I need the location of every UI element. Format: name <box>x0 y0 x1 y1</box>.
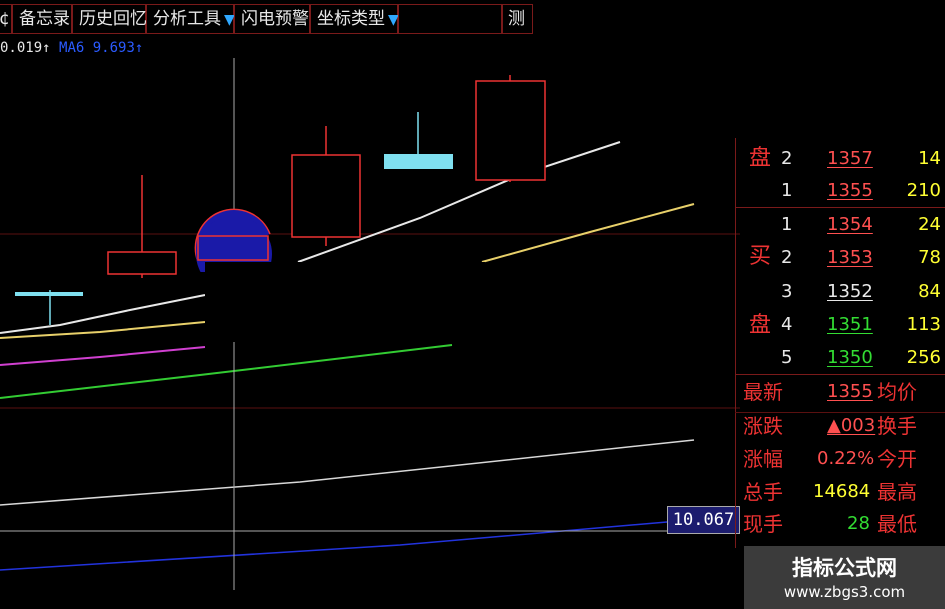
candle[interactable] <box>107 175 177 278</box>
ma-line-gray <box>0 439 695 506</box>
quote-label: 最新 <box>743 380 783 404</box>
buy-level: 1 <box>781 214 793 235</box>
buy-level: 5 <box>781 347 793 368</box>
memo-button[interactable]: 备忘录 <box>12 4 72 34</box>
quote-right-label: 最低 <box>877 512 917 536</box>
watermark-title: 指标公式网 <box>792 556 897 580</box>
quote-right-label: 最高 <box>877 480 917 504</box>
toolbar-edge-button[interactable]: ¢ <box>0 4 12 34</box>
readout-ma-label: MA6 <box>59 40 85 56</box>
buy-level: 3 <box>781 281 793 302</box>
test-label: 测 <box>508 9 525 29</box>
sell-volume: 210 <box>906 180 941 201</box>
sell-level: 2 <box>781 148 793 169</box>
buy-volume: 84 <box>918 281 941 302</box>
watermark: 指标公式网 www.zbgs3.com <box>744 546 945 609</box>
kline-chart[interactable] <box>0 58 740 609</box>
buy-price[interactable]: 1350 <box>827 347 873 369</box>
readout-first-value: 0.019↑ <box>0 40 51 56</box>
sell-volume: 14 <box>918 148 941 169</box>
quote-value: 28 <box>847 513 870 534</box>
order-book-panel: 盘 买 盘 2 1357 14 1 1355 210 1 1354 24 2 1… <box>735 138 945 548</box>
buy-side-label-2: 盘 <box>749 313 772 338</box>
ma-line-magenta <box>0 346 206 366</box>
candle[interactable] <box>15 290 83 325</box>
coordinate-type-label: 坐标类型 <box>317 9 385 29</box>
buy-volume: 24 <box>918 214 941 235</box>
ma-line-white <box>0 294 206 334</box>
buy-volume: 256 <box>906 347 941 368</box>
test-button[interactable]: 测 <box>502 4 533 34</box>
analysis-tools-label: 分析工具 <box>153 9 221 29</box>
candle[interactable] <box>475 75 546 182</box>
quote-right-label: 今开 <box>877 447 917 471</box>
quote-label: 涨幅 <box>743 447 783 471</box>
readout-ma-value: 9.693↑ <box>92 40 144 56</box>
ma-line-yellow <box>481 203 695 263</box>
coordinate-type-button[interactable]: 坐标类型 ▼ <box>310 4 399 34</box>
history-label: 历史回忆 <box>79 9 147 29</box>
quote-label: 总手 <box>743 480 783 504</box>
ma-line-green <box>0 344 453 399</box>
quote-label: 涨跌 <box>743 414 783 438</box>
flash-alert-label: 闪电预警 <box>241 9 309 29</box>
candle[interactable] <box>384 112 453 169</box>
toolbar: ¢ 备忘录 历史回忆 分析工具 ▼ 闪电预警 坐标类型 ▼ 测 <box>0 0 533 38</box>
flash-alert-button[interactable]: 闪电预警 <box>234 4 310 34</box>
buy-price[interactable]: 1353 <box>827 247 873 269</box>
sell-side-label: 盘 <box>749 146 772 171</box>
memo-label: 备忘录 <box>19 9 70 29</box>
quote-value: 0.22% <box>817 448 875 469</box>
quote-label: 现手 <box>743 512 783 536</box>
buy-side-label: 买 <box>749 244 772 269</box>
sell-price[interactable]: 1357 <box>827 148 873 170</box>
crosshair-price-tag: 10.067 <box>667 506 740 534</box>
quote-value: ▲003 <box>827 415 876 436</box>
buy-price[interactable]: 1351 <box>827 314 873 336</box>
quote-right-label: 均价 <box>877 380 917 404</box>
buy-volume: 113 <box>906 314 941 335</box>
buy-price[interactable]: 1354 <box>827 214 873 236</box>
quote-value: 14684 <box>813 481 871 502</box>
history-button[interactable]: 历史回忆 <box>72 4 147 34</box>
analysis-tools-button[interactable]: 分析工具 ▼ <box>146 4 235 34</box>
buy-level: 2 <box>781 247 793 268</box>
quote-right-label: 换手 <box>877 414 917 438</box>
ma-line-yellow <box>0 321 206 339</box>
buy-level: 4 <box>781 314 793 335</box>
sell-level: 1 <box>781 180 793 201</box>
chart-occlusion <box>205 262 485 342</box>
watermark-url: www.zbgs3.com <box>783 583 906 601</box>
indicator-readout: 0.019↑ MA6 9.693↑ <box>0 38 143 58</box>
buy-price[interactable]: 1352 <box>827 281 873 303</box>
quote-value: 1355 <box>827 381 873 402</box>
sell-price[interactable]: 1355 <box>827 180 873 202</box>
candle[interactable] <box>291 126 361 246</box>
ma-line-blue <box>0 517 740 571</box>
buy-volume: 78 <box>918 247 941 268</box>
toolbar-blank-button[interactable] <box>398 4 502 34</box>
